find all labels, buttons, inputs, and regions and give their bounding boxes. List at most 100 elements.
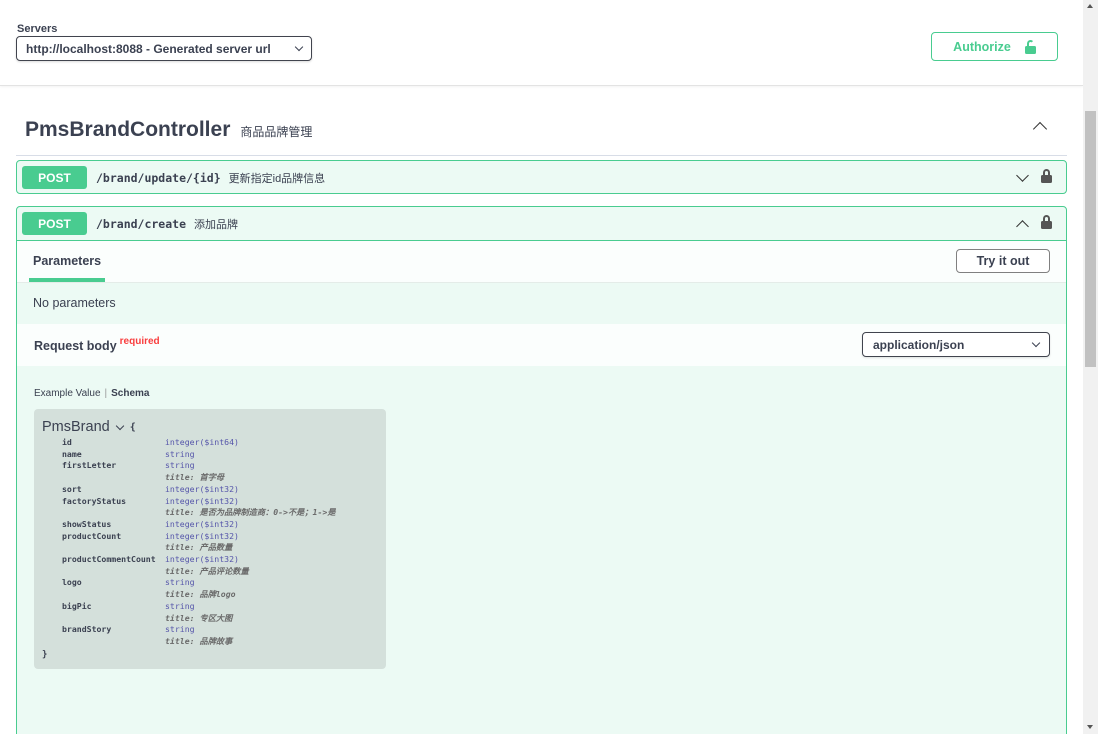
property-type-cell: string title: 品牌logo <box>165 577 236 600</box>
model-property-row: showStatus integer($int32) <box>42 519 378 531</box>
model-property-row: name string <box>42 449 378 461</box>
property-name: logo <box>62 577 82 588</box>
model-name: PmsBrand <box>42 419 110 435</box>
lock-open-icon <box>1024 39 1036 54</box>
op-path: /brand/create <box>96 216 187 231</box>
example-schema-tabs: Example Value | Schema <box>34 388 150 399</box>
property-type: integer($int32) <box>165 518 239 529</box>
content-type-select[interactable]: application/json <box>862 332 1050 357</box>
op-summary-text: 添加品牌 <box>194 218 239 231</box>
tab-underline <box>29 278 105 282</box>
property-name: sort <box>62 483 82 494</box>
property-name: brandStory <box>62 624 112 635</box>
property-type: string <box>165 624 195 635</box>
property-type: string <box>165 600 195 611</box>
property-name: bigPic <box>62 600 92 611</box>
property-type-cell: integer($int32) title: 是否为品牌制造商：0->不是；1->… <box>165 496 336 519</box>
property-title: title: 品牌故事 <box>165 635 233 646</box>
property-type-cell: integer($int32) <box>165 484 239 496</box>
chevron-up-icon[interactable] <box>1032 121 1048 137</box>
method-badge: POST <box>22 166 87 189</box>
op-summary-text: 更新指定id品牌信息 <box>228 172 326 185</box>
property-name: id <box>62 437 72 447</box>
request-body-header: Request body required application/json <box>17 324 1066 366</box>
model-property-row: factoryStatus integer($int32) title: 是否为品牌… <box>42 496 378 519</box>
servers-bar: Servers http://localhost:8088 - Generate… <box>0 0 1083 86</box>
chevron-up-icon[interactable] <box>1016 220 1029 233</box>
chevron-down-icon <box>1031 338 1041 348</box>
property-type-cell: string title: 首字母 <box>165 460 224 483</box>
model-property-row: firstLetter string title: 首字母 <box>42 460 378 483</box>
property-type-cell: integer($int32) title: 产品评论数量 <box>165 554 249 577</box>
opblock-summary[interactable]: POST /brand/update/{id} 更新指定id品牌信息 <box>17 161 1066 194</box>
property-title: title: 品牌logo <box>165 589 236 600</box>
property-name: productCommentCount <box>62 554 156 565</box>
authorize-label: Authorize <box>953 39 1011 54</box>
model-property-row: bigPic string title: 专区大图 <box>42 601 378 624</box>
property-name: showStatus <box>62 518 112 529</box>
property-type-cell: integer($int64) <box>165 437 239 449</box>
model-property-row: productCommentCount integer($int32) title:… <box>42 554 378 577</box>
model-property-row: logo string title: 品牌logo <box>42 577 378 600</box>
scroll-up-icon[interactable] <box>1087 4 1093 8</box>
lock-icon[interactable] <box>1041 169 1052 183</box>
tag-description: 商品品牌管理 <box>240 125 313 139</box>
tab-schema[interactable]: Schema <box>111 388 149 399</box>
opblock-update-brand: POST /brand/update/{id} 更新指定id品牌信息 <box>16 160 1067 194</box>
chevron-down-icon[interactable] <box>115 421 124 430</box>
model-property-row: productCount integer($int32) title: 产品数量 <box>42 531 378 554</box>
request-body-label: Request body <box>34 339 117 353</box>
property-type-cell: integer($int32) <box>165 519 239 531</box>
property-type-cell: string title: 专区大图 <box>165 601 232 624</box>
swagger-page: Servers http://localhost:8088 - Generate… <box>0 0 1083 734</box>
scrollbar-thumb[interactable] <box>1085 111 1096 367</box>
model-property-row: brandStory string title: 品牌故事 <box>42 624 378 647</box>
close-brace: } <box>42 649 48 660</box>
tag-section-header[interactable]: PmsBrandController 商品品牌管理 <box>16 104 1067 156</box>
scrollbar[interactable] <box>1083 0 1098 734</box>
property-type: integer($int32) <box>165 495 239 506</box>
property-type: integer($int64) <box>165 437 239 447</box>
property-title: title: 专区大图 <box>165 612 233 623</box>
property-title: title: 产品数量 <box>165 542 233 553</box>
model-property-row: id integer($int64) <box>42 437 378 449</box>
tab-example-value[interactable]: Example Value <box>34 388 101 399</box>
chevron-down-icon <box>294 42 304 52</box>
property-type-cell: integer($int32) title: 产品数量 <box>165 531 239 554</box>
try-it-out-button[interactable]: Try it out <box>956 249 1050 273</box>
property-type: integer($int32) <box>165 530 239 541</box>
opblock-summary[interactable]: POST /brand/create 添加品牌 <box>17 207 1066 240</box>
tab-parameters[interactable]: Parameters <box>33 254 101 268</box>
parameters-header: Parameters Try it out <box>17 241 1066 283</box>
content-type-value: application/json <box>873 337 965 352</box>
schema-model-box: PmsBrand { id integer($int64) name string fi… <box>34 409 386 669</box>
scroll-down-icon[interactable] <box>1087 725 1093 729</box>
property-type-cell: string title: 品牌故事 <box>165 624 232 647</box>
op-path: /brand/update/{id} <box>96 170 221 185</box>
property-name: productCount <box>62 530 122 541</box>
lock-icon[interactable] <box>1041 215 1052 229</box>
model-property-row: sort integer($int32) <box>42 484 378 496</box>
open-brace: { <box>129 421 136 433</box>
request-body-title: Request body required <box>34 336 160 353</box>
property-name: name <box>62 448 82 459</box>
property-type: string <box>165 577 195 588</box>
model-example-area: Example Value | Schema PmsBrand { id intege… <box>17 366 1066 720</box>
server-select-value: http://localhost:8088 - Generated server… <box>26 41 271 56</box>
model-properties: id integer($int64) name string firstLetter st… <box>42 437 378 648</box>
model-title[interactable]: PmsBrand { <box>42 419 378 435</box>
property-title: title: 首字母 <box>165 472 225 483</box>
chevron-down-icon[interactable] <box>1016 169 1029 182</box>
authorize-button[interactable]: Authorize <box>931 32 1058 61</box>
tag-name: PmsBrandController <box>25 117 231 141</box>
required-marker: required <box>119 336 160 347</box>
property-name: firstLetter <box>62 460 117 471</box>
property-type: integer($int32) <box>165 483 239 494</box>
property-name: factoryStatus <box>62 495 127 506</box>
method-badge: POST <box>22 212 87 235</box>
no-parameters-text: No parameters <box>33 296 116 310</box>
property-type: integer($int32) <box>165 554 239 565</box>
property-title: title: 是否为品牌制造商：0->不是；1->是 <box>165 507 336 518</box>
property-type: string <box>165 460 195 471</box>
server-select[interactable]: http://localhost:8088 - Generated server… <box>16 36 312 61</box>
